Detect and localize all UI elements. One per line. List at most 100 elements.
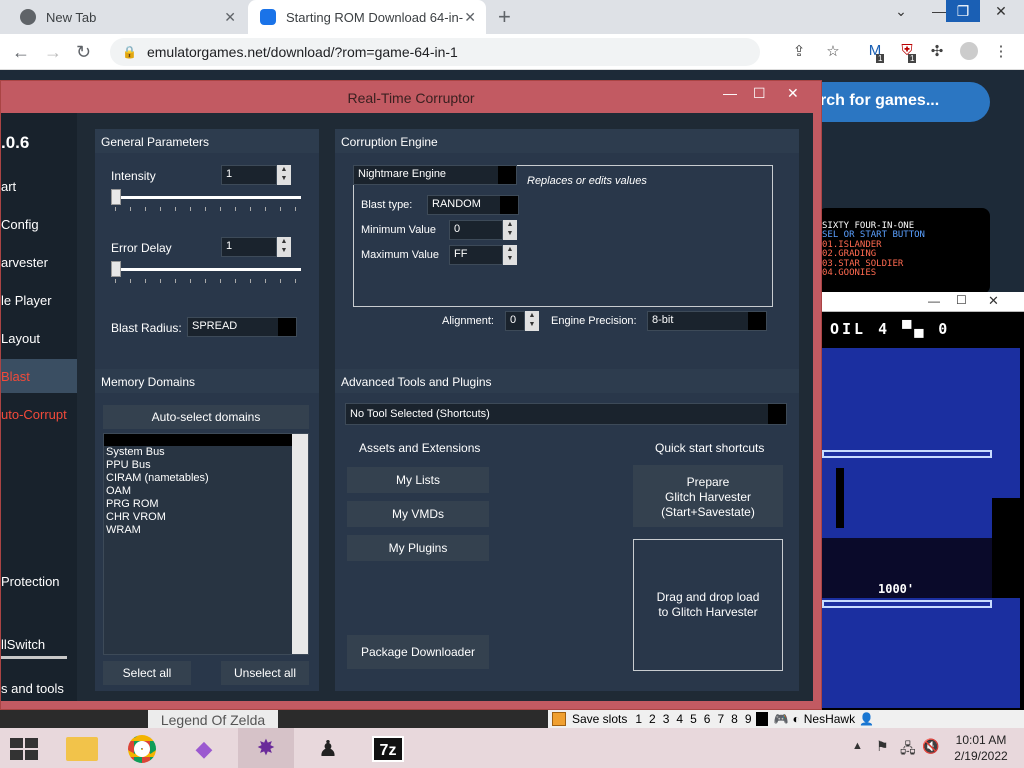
- restore-button[interactable]: ❐: [946, 0, 980, 22]
- sidebar-item-blast[interactable]: Blast: [1, 359, 77, 393]
- profile-avatar[interactable]: [960, 42, 978, 60]
- dropdown-arrow-icon[interactable]: [498, 166, 516, 184]
- max-value-input[interactable]: FF: [449, 245, 503, 265]
- engine-select[interactable]: Nightmare Engine: [353, 165, 517, 185]
- intensity-spinner[interactable]: ▲ ▼: [277, 165, 291, 185]
- menu-kebab-icon[interactable]: ⋮: [992, 42, 1010, 60]
- dropdown-arrow-icon[interactable]: [768, 404, 786, 424]
- slot-5[interactable]: 5: [690, 712, 697, 726]
- slot-7[interactable]: 7: [717, 712, 724, 726]
- save-icon: [552, 712, 566, 726]
- tab-search-icon[interactable]: ⌄: [884, 0, 918, 22]
- minimize-button[interactable]: —: [928, 294, 940, 308]
- button-line: Prepare: [686, 475, 730, 489]
- unselect-all-button[interactable]: Unselect all: [221, 661, 309, 685]
- address-bar[interactable]: 🔒 emulatorgames.net/download/?rom=game-6…: [110, 38, 760, 66]
- tray-flag-icon[interactable]: ⚑: [876, 738, 889, 755]
- slot-9[interactable]: 9: [745, 712, 752, 726]
- forward-icon[interactable]: →: [44, 42, 62, 63]
- gem-app-icon[interactable]: ◆: [178, 732, 230, 766]
- volume-muted-icon[interactable]: 🔇: [922, 738, 939, 755]
- blast-radius-select[interactable]: SPREAD: [187, 317, 297, 337]
- slot-2[interactable]: 2: [649, 712, 656, 726]
- network-icon[interactable]: 🖧: [900, 738, 916, 762]
- list-item[interactable]: WRAM: [104, 524, 308, 537]
- list-item[interactable]: PPU Bus: [104, 459, 308, 472]
- memory-domains-list[interactable]: System Bus PPU Bus CIRAM (nametables) OA…: [103, 433, 309, 655]
- rtc-taskbar-icon[interactable]: ✸: [238, 728, 294, 768]
- list-item[interactable]: OAM: [104, 485, 308, 498]
- sidebar-item-tools[interactable]: s and tools: [1, 671, 77, 705]
- close-window-button[interactable]: ✕: [984, 0, 1018, 22]
- sidebar-item-config[interactable]: Config: [1, 207, 77, 241]
- my-lists-button[interactable]: My Lists: [347, 467, 489, 493]
- reload-icon[interactable]: ↻: [76, 42, 91, 63]
- intensity-slider-track[interactable]: [111, 196, 301, 199]
- close-tab-icon[interactable]: ✕: [224, 9, 236, 26]
- dropdown-arrow-icon[interactable]: [278, 318, 296, 336]
- clock[interactable]: 10:01 AM 2/19/2022: [950, 732, 1012, 764]
- list-item[interactable]: CHR VROM: [104, 511, 308, 524]
- tab-rom-download[interactable]: Starting ROM Download 64-in-1 ✕: [248, 0, 486, 34]
- sidebar-item-stockpile-player[interactable]: le Player: [1, 283, 77, 317]
- tool-select[interactable]: No Tool Selected (Shortcuts): [345, 403, 787, 425]
- blast-type-select[interactable]: RANDOM: [427, 195, 519, 215]
- my-plugins-button[interactable]: My Plugins: [347, 535, 489, 561]
- prepare-glitch-harvester-button[interactable]: Prepare Glitch Harvester (Start+Savestat…: [633, 465, 783, 527]
- maximize-button[interactable]: ☐: [753, 85, 766, 102]
- error-delay-input[interactable]: 1: [221, 237, 277, 257]
- min-value-spinner[interactable]: ▲ ▼: [503, 220, 517, 240]
- sidebar-item-layout[interactable]: Layout: [1, 321, 77, 355]
- bizhawk-taskbar-icon[interactable]: ♟: [302, 732, 354, 766]
- sidebar-item-start[interactable]: art: [1, 169, 77, 203]
- extension-badge: 1: [876, 54, 885, 63]
- intensity-input[interactable]: 1: [221, 165, 277, 185]
- page-link-text[interactable]: Legend Of Zelda: [148, 710, 278, 730]
- my-vmds-button[interactable]: My VMDs: [347, 501, 489, 527]
- list-item[interactable]: CIRAM (nametables): [104, 472, 308, 485]
- drag-drop-zone[interactable]: Drag and drop load to Glitch Harvester: [633, 539, 783, 671]
- list-item[interactable]: PRG ROM: [104, 498, 308, 511]
- slot-3[interactable]: 3: [663, 712, 670, 726]
- maximize-button[interactable]: ☐: [956, 293, 967, 307]
- extensions-puzzle-icon[interactable]: ✣: [928, 42, 946, 60]
- bookmark-star-icon[interactable]: ☆: [824, 42, 842, 60]
- close-tab-icon[interactable]: ✕: [464, 9, 476, 26]
- alignment-input[interactable]: 0: [505, 311, 525, 331]
- close-button[interactable]: ✕: [988, 293, 999, 309]
- file-explorer-icon[interactable]: [56, 732, 108, 766]
- slot-8[interactable]: 8: [731, 712, 738, 726]
- package-downloader-button[interactable]: Package Downloader: [347, 635, 489, 669]
- sidebar-item-glitch-harvester[interactable]: arvester: [1, 245, 77, 279]
- slot-4[interactable]: 4: [676, 712, 683, 726]
- sidebar-item-protection[interactable]: Protection: [1, 564, 77, 598]
- close-button[interactable]: ✕: [787, 85, 799, 102]
- error-delay-slider-track[interactable]: [111, 268, 301, 271]
- chrome-taskbar-icon[interactable]: [116, 732, 168, 766]
- back-icon[interactable]: ←: [12, 42, 30, 63]
- min-value-input[interactable]: 0: [449, 220, 503, 240]
- select-all-button[interactable]: Select all: [103, 661, 191, 685]
- 7zip-icon[interactable]: 7z: [372, 736, 404, 762]
- list-item[interactable]: System Bus: [104, 446, 308, 459]
- intensity-slider-thumb[interactable]: [111, 189, 121, 205]
- scrollbar[interactable]: [292, 434, 308, 654]
- dropdown-arrow-icon[interactable]: [500, 196, 518, 214]
- share-icon[interactable]: ⇪: [790, 42, 808, 60]
- clock-time: 10:01 AM: [955, 733, 1007, 747]
- minimize-button[interactable]: —: [723, 85, 737, 101]
- tray-chevron-icon[interactable]: ▲: [852, 740, 863, 752]
- precision-select[interactable]: 8-bit: [647, 311, 767, 331]
- new-tab-button[interactable]: +: [498, 4, 511, 30]
- alignment-spinner[interactable]: ▲ ▼: [525, 311, 539, 331]
- error-delay-spinner[interactable]: ▲ ▼: [277, 237, 291, 257]
- tab-new-tab[interactable]: New Tab ✕: [8, 0, 246, 34]
- slot-1[interactable]: 1: [635, 712, 642, 726]
- max-value-spinner[interactable]: ▲ ▼: [503, 245, 517, 265]
- error-delay-slider-thumb[interactable]: [111, 261, 121, 277]
- slot-6[interactable]: 6: [704, 712, 711, 726]
- sidebar-item-auto-corrupt[interactable]: uto-Corrupt: [1, 397, 77, 431]
- dropdown-arrow-icon[interactable]: [748, 312, 766, 330]
- start-button[interactable]: [10, 738, 38, 760]
- auto-select-domains-button[interactable]: Auto-select domains: [103, 405, 309, 429]
